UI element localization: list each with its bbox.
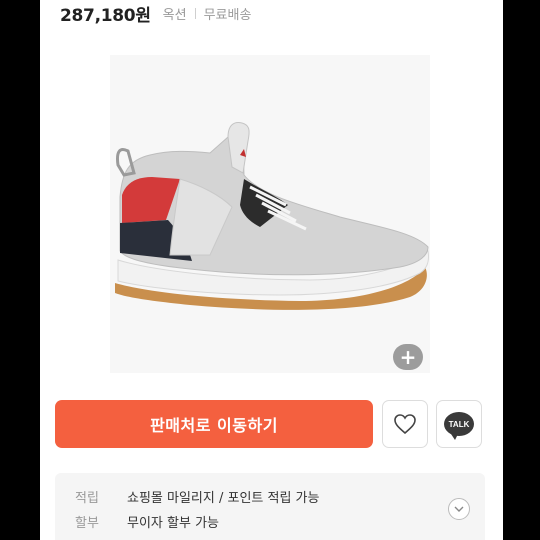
heart-icon <box>394 414 416 435</box>
go-to-seller-button[interactable]: 판매처로 이동하기 <box>55 400 373 448</box>
benefit-value: 무이자 할부 가능 <box>127 516 219 531</box>
benefit-box: 적립 쇼핑몰 마일리지 / 포인트 적립 가능 할부 무이자 할부 가능 <box>55 473 485 540</box>
product-image[interactable] <box>110 55 430 373</box>
go-to-seller-label: 판매처로 이동하기 <box>150 416 278 435</box>
kakao-share-button[interactable]: TALK <box>436 400 482 448</box>
price-row: 287,180원 옥션 무료배송 <box>60 0 251 26</box>
benefit-value: 쇼핑몰 마일리지 / 포인트 적립 가능 <box>127 491 320 506</box>
shipping-info: 무료배송 <box>203 7 252 23</box>
benefit-row-points: 적립 쇼핑몰 마일리지 / 포인트 적립 가능 <box>75 487 319 506</box>
chevron-down-icon <box>454 506 464 512</box>
kakao-talk-icon: TALK <box>444 412 474 440</box>
zoom-button[interactable]: + <box>393 344 423 370</box>
sneaker-illustration <box>115 122 429 310</box>
product-screen: 287,180원 옥션 무료배송 + 판매처로 이동하기 TALK 적립 쇼핑몰… <box>40 0 503 540</box>
price: 287,180원 <box>60 5 151 26</box>
mall-name: 옥션 <box>162 7 187 23</box>
kakao-talk-label: TALK <box>448 419 470 429</box>
expand-benefits-button[interactable] <box>448 498 470 520</box>
benefit-label: 적립 <box>75 491 99 506</box>
plus-icon: + <box>399 345 417 369</box>
benefit-label: 할부 <box>75 516 99 531</box>
divider <box>194 7 196 19</box>
benefit-row-installment: 할부 무이자 할부 가능 <box>75 512 219 531</box>
wishlist-button[interactable] <box>382 400 428 448</box>
